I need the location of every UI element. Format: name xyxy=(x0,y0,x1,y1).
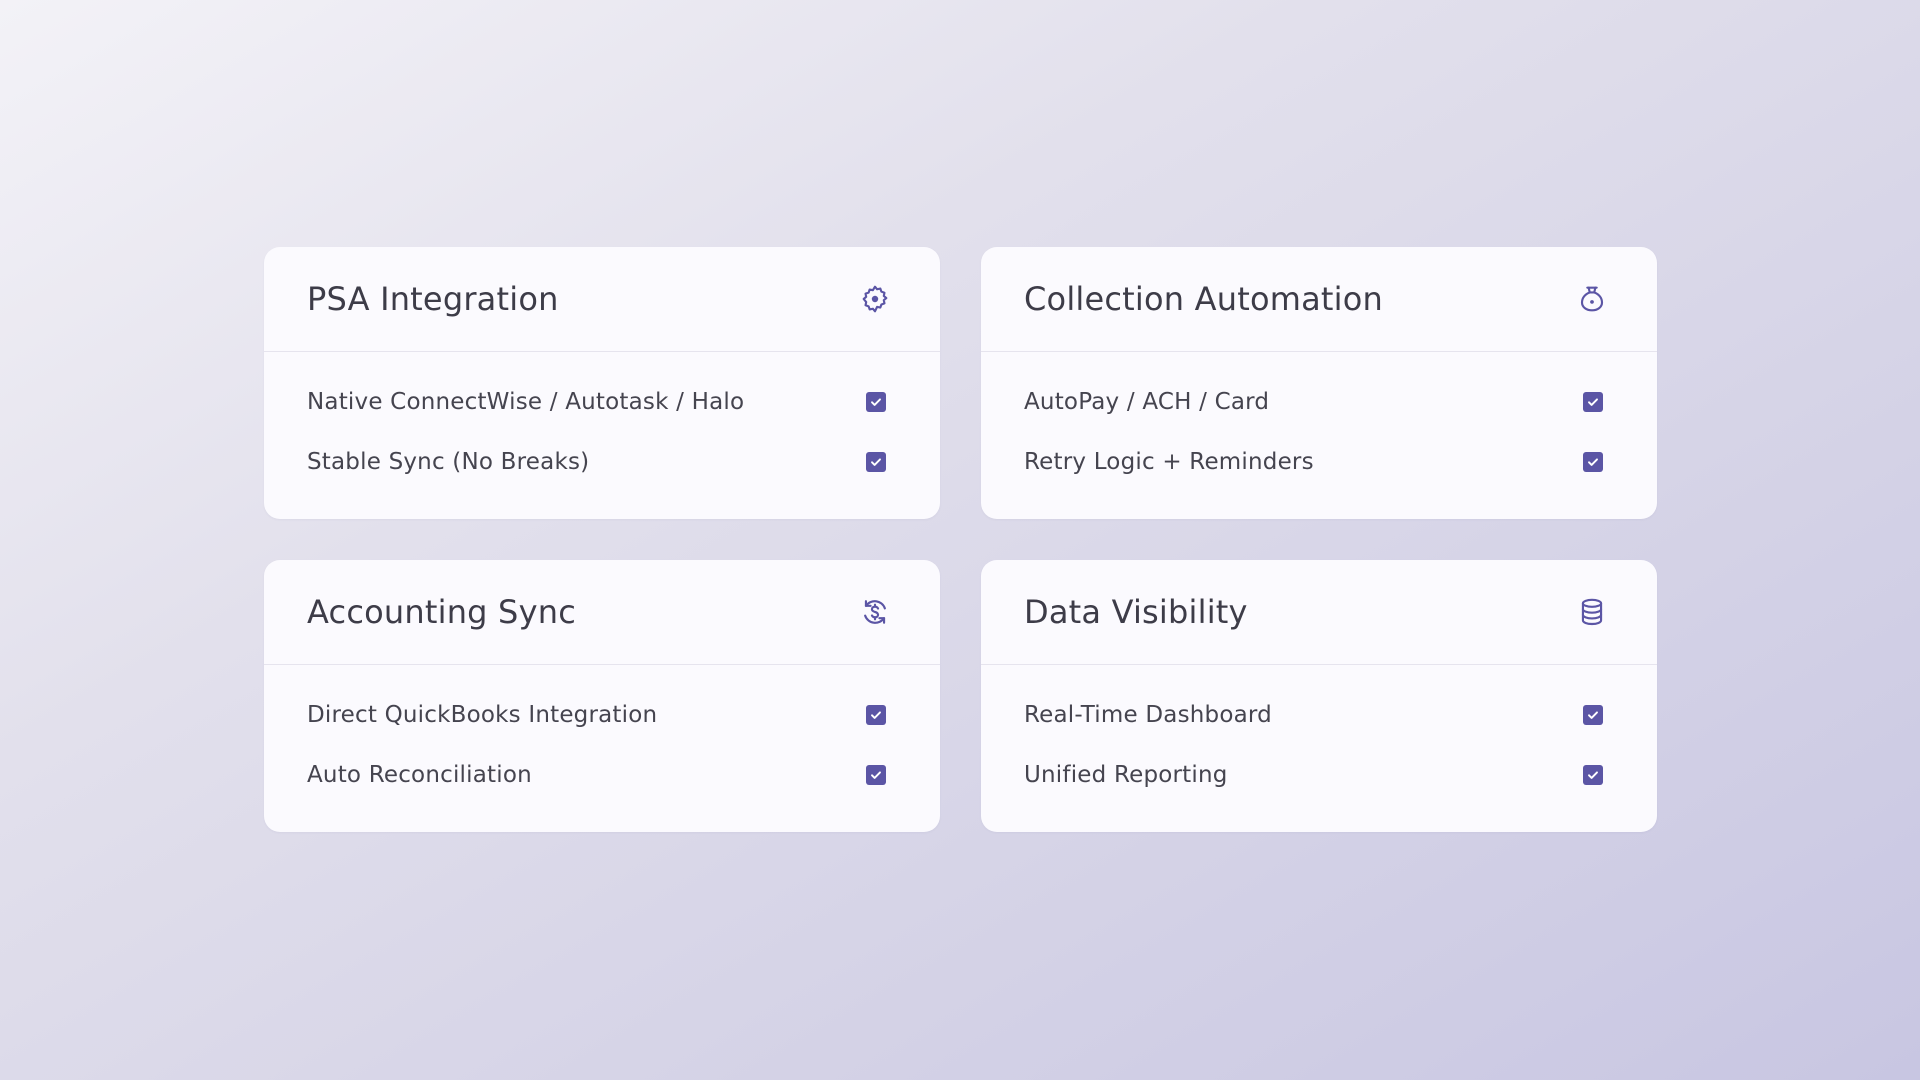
list-item: Auto Reconciliation xyxy=(307,745,886,805)
card-header: Accounting Sync xyxy=(264,560,940,665)
checkbox[interactable] xyxy=(866,452,886,472)
list-item: Stable Sync (No Breaks) xyxy=(307,432,886,492)
card-data-visibility: Data Visibility Real-Time Dashboard Unif… xyxy=(981,560,1657,832)
check-icon xyxy=(1588,458,1598,466)
card-title: Data Visibility xyxy=(1024,593,1248,631)
money-bag-icon xyxy=(1575,282,1609,316)
card-header: Data Visibility xyxy=(981,560,1657,665)
list-item: Native ConnectWise / Autotask / Halo xyxy=(307,372,886,432)
card-title: Accounting Sync xyxy=(307,593,576,631)
checkbox[interactable] xyxy=(1583,765,1603,785)
checkbox[interactable] xyxy=(1583,392,1603,412)
list-item: AutoPay / ACH / Card xyxy=(1024,372,1603,432)
check-icon xyxy=(1588,711,1598,719)
card-body: Real-Time Dashboard Unified Reporting xyxy=(981,665,1657,805)
list-item: Real-Time Dashboard xyxy=(1024,685,1603,745)
card-body: Native ConnectWise / Autotask / Halo Sta… xyxy=(264,352,940,492)
card-body: AutoPay / ACH / Card Retry Logic + Remin… xyxy=(981,352,1657,492)
item-label: Native ConnectWise / Autotask / Halo xyxy=(307,389,745,415)
item-label: Unified Reporting xyxy=(1024,762,1228,788)
card-title: PSA Integration xyxy=(307,280,559,318)
item-label: AutoPay / ACH / Card xyxy=(1024,389,1270,415)
checkbox[interactable] xyxy=(1583,452,1603,472)
dollar-sync-icon xyxy=(858,595,892,629)
card-body: Direct QuickBooks Integration Auto Recon… xyxy=(264,665,940,805)
check-icon xyxy=(871,711,881,719)
gear-icon xyxy=(858,282,892,316)
check-icon xyxy=(1588,771,1598,779)
card-accounting-sync: Accounting Sync Direct QuickBooks Integr… xyxy=(264,560,940,832)
check-icon xyxy=(1588,398,1598,406)
item-label: Retry Logic + Reminders xyxy=(1024,449,1314,475)
list-item: Unified Reporting xyxy=(1024,745,1603,805)
list-item: Retry Logic + Reminders xyxy=(1024,432,1603,492)
card-psa-integration: PSA Integration Native ConnectWise / Aut… xyxy=(264,247,940,519)
card-header: PSA Integration xyxy=(264,247,940,352)
item-label: Direct QuickBooks Integration xyxy=(307,702,658,728)
item-label: Stable Sync (No Breaks) xyxy=(307,449,590,475)
checkbox[interactable] xyxy=(866,705,886,725)
checkbox[interactable] xyxy=(866,765,886,785)
check-icon xyxy=(871,458,881,466)
checkbox[interactable] xyxy=(866,392,886,412)
feature-grid: PSA Integration Native ConnectWise / Aut… xyxy=(264,247,1657,832)
item-label: Auto Reconciliation xyxy=(307,762,532,788)
database-icon xyxy=(1575,595,1609,629)
item-label: Real-Time Dashboard xyxy=(1024,702,1272,728)
check-icon xyxy=(871,771,881,779)
card-title: Collection Automation xyxy=(1024,280,1384,318)
list-item: Direct QuickBooks Integration xyxy=(307,685,886,745)
checkbox[interactable] xyxy=(1583,705,1603,725)
card-header: Collection Automation xyxy=(981,247,1657,352)
check-icon xyxy=(871,398,881,406)
card-collection-automation: Collection Automation AutoPay / ACH / Ca… xyxy=(981,247,1657,519)
